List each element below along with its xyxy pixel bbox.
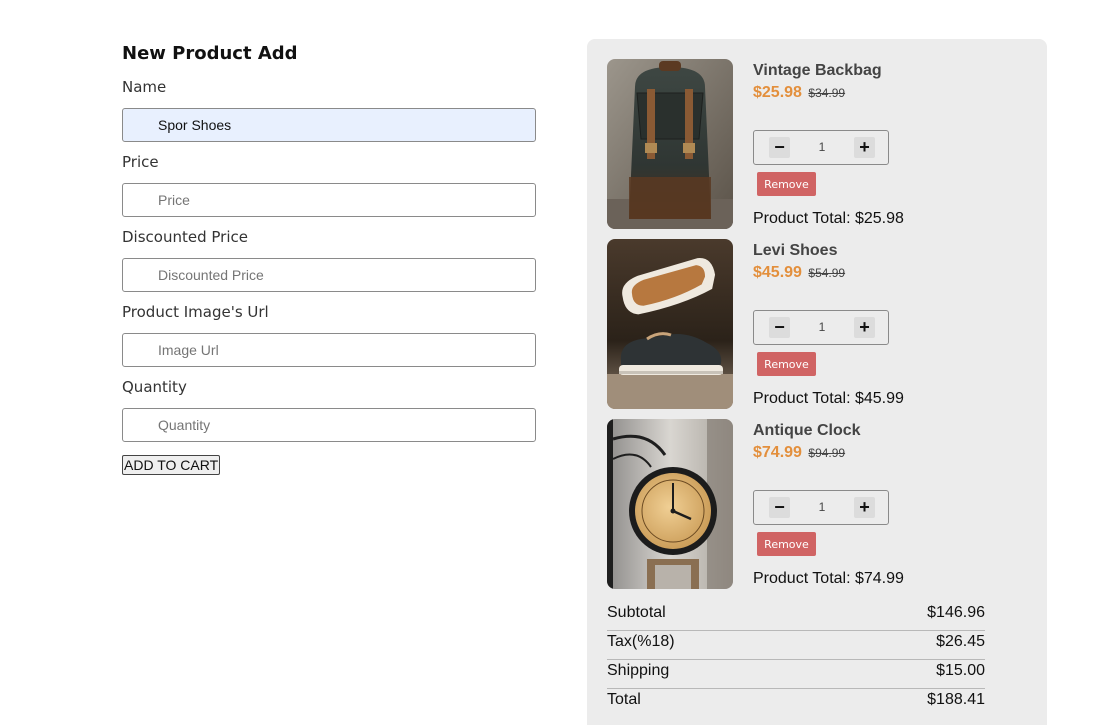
clock-photo [607,419,733,589]
product-total: Product Total: $25.98 [753,210,904,227]
tax-row: Tax(%18) $26.45 [607,632,985,660]
tax-value: $26.45 [936,633,985,650]
add-to-cart-button[interactable]: ADD TO CART [122,455,221,475]
item-old-price: $94.99 [808,446,846,460]
item-price: $45.99 [753,264,802,281]
decrease-quantity-button[interactable]: − [769,497,790,518]
total-row: Total $188.41 [607,690,985,718]
quantity-label: Quantity [122,378,187,396]
remove-button[interactable]: Remove [757,172,816,196]
price-label: Price [122,153,159,171]
quantity-stepper: − 1 + [753,130,889,165]
increase-quantity-button[interactable]: + [854,137,875,158]
name-input[interactable] [122,108,536,142]
price-input[interactable] [122,183,536,217]
item-info: Levi Shoes $45.99 $54.99 − 1 + Remove Pr… [753,239,1013,407]
remove-button[interactable]: Remove [757,352,816,376]
decrease-quantity-button[interactable]: − [769,137,790,158]
subtotal-row: Subtotal $146.96 [607,603,985,631]
item-price: $74.99 [753,444,802,461]
quantity-value: 1 [818,140,826,154]
shipping-value: $15.00 [936,662,985,679]
cart-panel: Vintage Backbag $25.98 $34.99 − 1 + Remo… [587,39,1047,725]
shoes-photo [607,239,733,409]
item-info: Vintage Backbag $25.98 $34.99 − 1 + Remo… [753,59,1013,227]
new-product-form: New Product Add Name Price Discounted Pr… [122,42,536,475]
product-total: Product Total: $74.99 [753,570,904,587]
shipping-row: Shipping $15.00 [607,661,985,689]
form-title: New Product Add [122,43,298,64]
cart-item: Vintage Backbag $25.98 $34.99 − 1 + Remo… [607,59,1027,229]
subtotal-label: Subtotal [607,604,666,621]
name-label: Name [122,78,167,96]
product-total: Product Total: $45.99 [753,390,904,407]
item-name: Levi Shoes [753,242,838,259]
cart-item: Levi Shoes $45.99 $54.99 − 1 + Remove Pr… [607,239,1027,409]
cart-item: Antique Clock $74.99 $94.99 − 1 + Remove… [607,419,1027,589]
quantity-value: 1 [818,320,826,334]
quantity-stepper: − 1 + [753,310,889,345]
item-info: Antique Clock $74.99 $94.99 − 1 + Remove… [753,419,1013,587]
item-price: $25.98 [753,84,802,101]
remove-button[interactable]: Remove [757,532,816,556]
quantity-input[interactable] [122,408,536,442]
discounted-price-input[interactable] [122,258,536,292]
image-url-label: Product Image's Url [122,303,269,321]
tax-label: Tax(%18) [607,633,675,650]
subtotal-value: $146.96 [927,604,985,621]
backpack-photo [607,59,733,229]
total-value: $188.41 [927,691,985,708]
item-name: Antique Clock [753,422,861,439]
decrease-quantity-button[interactable]: − [769,317,790,338]
item-old-price: $54.99 [808,266,846,280]
image-url-input[interactable] [122,333,536,367]
quantity-stepper: − 1 + [753,490,889,525]
increase-quantity-button[interactable]: + [854,317,875,338]
shipping-label: Shipping [607,662,670,679]
discounted-price-label: Discounted Price [122,228,248,246]
item-name: Vintage Backbag [753,62,882,79]
increase-quantity-button[interactable]: + [854,497,875,518]
order-summary: Subtotal $146.96 Tax(%18) $26.45 Shippin… [607,603,985,719]
item-old-price: $34.99 [808,86,846,100]
total-label: Total [607,691,641,708]
quantity-value: 1 [818,500,826,514]
